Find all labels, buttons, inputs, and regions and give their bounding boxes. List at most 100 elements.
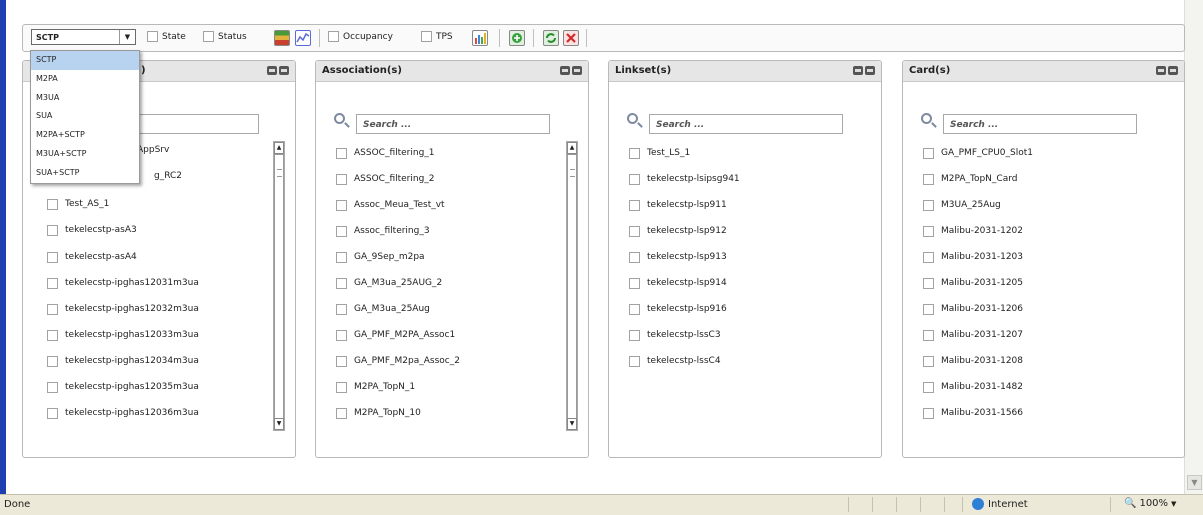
item-checkbox[interactable] [336,329,347,341]
item-checkbox[interactable] [923,329,934,341]
tps-checkbox[interactable] [421,31,432,42]
minimize-icon[interactable] [560,66,570,75]
list-item[interactable]: tekelecstp-ipghas12033m3ua [47,327,199,343]
item-checkbox[interactable] [923,199,934,211]
item-checkbox[interactable] [336,147,347,159]
list-item[interactable]: ASSOC_filtering_1 [336,145,435,161]
dropdown-option-m3ua-sctp[interactable]: M3UA+SCTP [31,145,139,164]
maximize-icon[interactable] [1168,66,1178,75]
scroll-thumb[interactable] [274,154,284,420]
item-checkbox[interactable] [629,251,640,263]
list-item[interactable]: M2PA_TopN_Card [923,171,1017,187]
list-item[interactable]: GA_PMF_CPU0_Slot1 [923,145,1033,161]
item-checkbox[interactable] [629,173,640,185]
protocol-dropdown-list[interactable]: SCTP M2PA M3UA SUA M2PA+SCTP M3UA+SCTP S… [30,50,140,184]
list-item[interactable]: tekelecstp-ipghas12035m3ua [47,379,199,395]
page-scrollbar[interactable]: ▼ [1184,0,1203,494]
list-item[interactable]: Malibu-2031-1482 [923,379,1023,395]
search-input[interactable] [119,114,259,134]
list-item[interactable]: GA_M3ua_25Aug [336,301,430,317]
item-checkbox[interactable] [336,251,347,263]
panel-window-buttons[interactable] [1156,66,1178,75]
list-item[interactable]: GA_9Sep_m2pa [336,249,425,265]
item-checkbox[interactable] [923,381,934,393]
refresh-icon[interactable] [543,30,559,46]
list-item[interactable]: tekelecstp-lsp913 [629,249,727,265]
list-item[interactable]: tekelecstp-lsp912 [629,223,727,239]
item-checkbox[interactable] [336,225,347,237]
dropdown-option-sua[interactable]: SUA [31,107,139,126]
list-item[interactable]: tekelecstp-lssC3 [629,327,721,343]
item-checkbox[interactable] [923,147,934,159]
item-checkbox[interactable] [923,407,934,419]
item-checkbox[interactable] [47,303,58,315]
dropdown-option-m3ua[interactable]: M3UA [31,89,139,108]
state-toggle[interactable]: State [147,31,186,42]
dropdown-option-m2pa[interactable]: M2PA [31,70,139,89]
search-input[interactable]: Search ... [943,114,1137,134]
list-item[interactable]: Assoc_Meua_Test_vt [336,197,445,213]
list-item[interactable]: Malibu-2031-1206 [923,301,1023,317]
list-item[interactable]: tekelecstp-lsp916 [629,301,727,317]
item-checkbox[interactable] [336,173,347,185]
item-checkbox[interactable] [47,198,58,210]
tps-toggle[interactable]: TPS [421,31,453,42]
list-item[interactable]: M2PA_TopN_10 [336,405,421,421]
item-checkbox[interactable] [629,355,640,367]
state-color-icon[interactable] [274,30,290,46]
item-checkbox[interactable] [47,355,58,367]
add-network-icon[interactable] [509,30,525,46]
list-item[interactable]: M2PA_TopN_1 [336,379,415,395]
list-item[interactable]: Test_LS_1 [629,145,690,161]
occupancy-toggle[interactable]: Occupancy [328,31,393,42]
panel-window-buttons[interactable] [853,66,875,75]
state-checkbox[interactable] [147,31,158,42]
item-checkbox[interactable] [336,303,347,315]
item-checkbox[interactable] [923,277,934,289]
list-item[interactable]: GA_M3ua_25AUG_2 [336,275,442,291]
item-checkbox[interactable] [336,381,347,393]
item-checkbox[interactable] [47,329,58,341]
security-zone[interactable]: Internet [972,498,1028,510]
scroll-up-icon[interactable]: ▲ [274,142,284,154]
list-item[interactable]: tekelecstp-ipghas12032m3ua [47,301,199,317]
scroll-down-icon[interactable]: ▼ [274,418,284,430]
item-checkbox[interactable] [923,251,934,263]
item-checkbox[interactable] [47,381,58,393]
search-input[interactable]: Search ... [649,114,843,134]
list-item[interactable]: GA_PMF_M2pa_Assoc_2 [336,353,460,369]
list-item[interactable]: Malibu-2031-1202 [923,223,1023,239]
list-scrollbar[interactable]: ▲ ▼ [273,141,285,431]
list-item[interactable]: tekelecstp-lsp911 [629,197,727,213]
list-item[interactable]: Assoc_filtering_3 [336,223,430,239]
item-checkbox[interactable] [336,407,347,419]
item-checkbox[interactable] [923,173,934,185]
item-checkbox[interactable] [336,199,347,211]
scroll-thumb[interactable] [567,154,577,420]
minimize-icon[interactable] [1156,66,1166,75]
zoom-control[interactable]: 🔍 100% ▼ [1124,498,1176,509]
protocol-select[interactable]: SCTP ▼ [31,29,136,45]
scroll-up-icon[interactable]: ▲ [567,142,577,154]
list-item[interactable]: tekelecstp-ipghas12036m3ua [47,405,199,421]
minimize-icon[interactable] [267,66,277,75]
list-item[interactable]: tekelecstp-lssC4 [629,353,721,369]
item-checkbox[interactable] [47,277,58,289]
occupancy-checkbox[interactable] [328,31,339,42]
list-item[interactable]: Malibu-2031-1207 [923,327,1023,343]
item-checkbox[interactable] [629,199,640,211]
list-item[interactable]: tekelecstp-asA3 [47,222,137,238]
scroll-down-icon[interactable]: ▼ [1187,475,1202,490]
item-checkbox[interactable] [923,355,934,367]
line-chart-icon[interactable] [295,30,311,46]
maximize-icon[interactable] [279,66,289,75]
panel-window-buttons[interactable] [267,66,289,75]
list-item[interactable]: tekelecstp-ipghas12034m3ua [47,353,199,369]
dropdown-option-sua-sctp[interactable]: SUA+SCTP [31,164,139,183]
item-checkbox[interactable] [629,277,640,289]
maximize-icon[interactable] [865,66,875,75]
list-item[interactable]: Test_AS_1 [47,196,109,212]
item-checkbox[interactable] [336,277,347,289]
list-item[interactable]: Malibu-2031-1203 [923,249,1023,265]
list-item[interactable]: ASSOC_filtering_2 [336,171,435,187]
